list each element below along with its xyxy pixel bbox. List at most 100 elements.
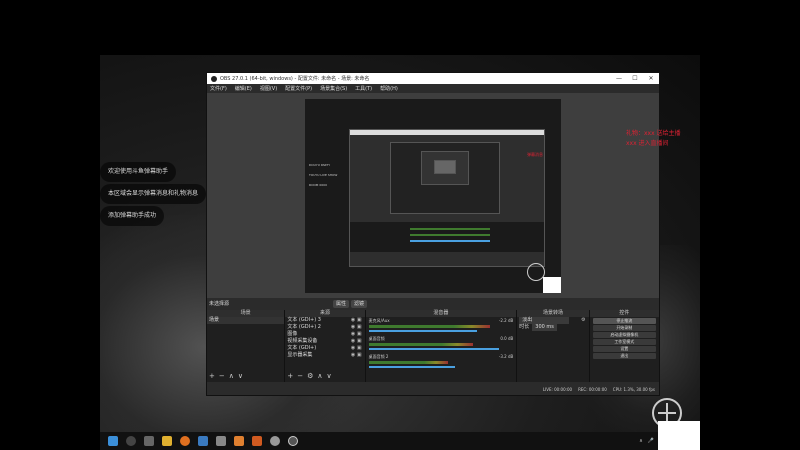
preview-text-3: ROOM 0000 (309, 183, 327, 187)
maximize-button[interactable]: ☐ (627, 75, 643, 82)
steam-icon[interactable] (198, 436, 208, 446)
cpu-status: CPU: 1.3%, 30.00 fps (612, 386, 655, 392)
close-button[interactable]: ✕ (643, 75, 659, 82)
overlay-gift-text: 礼物：xxx 送给主播 (626, 130, 681, 137)
up-icon[interactable]: ∧ (229, 372, 234, 380)
up-icon[interactable]: ∧ (317, 372, 322, 380)
preview-danmu-text: 弹幕消息 (527, 152, 543, 157)
duration-input[interactable]: 300 ms (532, 324, 557, 331)
sources-controls: + − ⚙ ∧ ∨ (287, 372, 331, 380)
virtual-camera-button[interactable]: 启动虚拟摄像机 (592, 332, 656, 338)
status-bar: LIVE: 00:00:00 REC: 00:00:00 CPU: 1.3%, … (207, 383, 659, 395)
exit-button[interactable]: 退出 (592, 353, 656, 359)
filters-button[interactable]: 滤镜 (351, 299, 368, 308)
source-label: 文本 (GDI+) 2 (287, 324, 321, 330)
source-label: 文本 (GDI+) 3 (287, 317, 321, 323)
menu-bar: 文件(F) 编辑(E) 视图(V) 配置文件(P) 场景集合(S) 工具(T) … (207, 84, 659, 93)
mixer-channel-desktop: 桌面音频 0.0 dB (366, 335, 517, 353)
menu-view[interactable]: 视图(V) (260, 85, 277, 92)
menu-file[interactable]: 文件(F) (210, 85, 227, 92)
obs-taskbar-icon[interactable] (288, 436, 298, 446)
eye-icon[interactable]: ◉ ▣ (351, 352, 362, 359)
notification-welcome: 欢迎使用斗鱼弹幕助手 (100, 162, 177, 182)
eye-icon[interactable]: ◉ ▣ (351, 331, 362, 338)
notification-added: 添加弹幕助手成功 (100, 206, 165, 226)
volume-slider[interactable] (368, 366, 456, 368)
eye-icon[interactable]: ◉ ▣ (351, 345, 362, 352)
volume-slider[interactable] (368, 348, 499, 350)
transition-type-select[interactable]: 淡出 ⚙ (517, 317, 588, 324)
microphone-app-icon[interactable] (216, 436, 226, 446)
menu-help[interactable]: 帮助(H) (380, 85, 398, 92)
source-item[interactable]: 文本 (GDI+) ◉ ▣ (285, 345, 364, 352)
browser-icon[interactable] (180, 436, 190, 446)
add-scene-icon[interactable]: + (209, 372, 215, 380)
preview-text-1: DOUYU PARTY (309, 163, 331, 167)
duration-label: 时长 (519, 324, 530, 330)
scenes-controls: + − ∧ ∨ (209, 372, 243, 380)
source-toolbar: 未选择源 属性 滤镜 (207, 298, 659, 309)
notification-area-info: 本区域会显示弹幕消息和礼物消息 (100, 184, 207, 204)
app-icon[interactable] (252, 436, 262, 446)
source-label: 视频采集设备 (287, 338, 318, 344)
menu-tools[interactable]: 工具(T) (355, 85, 372, 92)
mixer-channel-desktop2: 桌面音频 2 -3.2 dB (366, 353, 517, 371)
mixer-dock: 混音器 麦克风/Aux -2.2 dB 桌面音频 0.0 dB 桌面音频 2 -3.2… (365, 310, 518, 382)
nested-docks (350, 222, 544, 252)
start-recording-button[interactable]: 开始录制 (592, 325, 656, 331)
source-item[interactable]: 文本 (GDI+) 3 ◉ ▣ (285, 317, 364, 324)
add-source-icon[interactable]: + (287, 372, 293, 380)
scenes-header: 场景 (207, 310, 285, 317)
nested-preview-inner (421, 151, 469, 185)
chevron-up-icon[interactable]: ∧ (639, 438, 643, 444)
studio-mode-button[interactable]: 工作室模式 (592, 339, 656, 345)
eye-icon[interactable]: ◉ ▣ (351, 324, 362, 331)
gear-icon[interactable]: ⚙ (581, 317, 585, 324)
preview-white-block (543, 277, 561, 293)
source-item[interactable]: 视频采集设备 ◉ ▣ (285, 338, 364, 345)
minimize-button[interactable]: — (611, 75, 627, 82)
start-icon[interactable] (108, 436, 118, 446)
transition-duration: 时长 300 ms (517, 324, 588, 331)
sources-header: 来源 (285, 310, 365, 317)
gear-icon[interactable]: ⚙ (307, 372, 313, 380)
settings-button[interactable]: 设置 (592, 346, 656, 352)
mixer-header: 混音器 (365, 310, 517, 317)
live-status: LIVE: 00:00:00 (542, 386, 573, 392)
preview-area: DOUYU PARTY TOUYU LIVE SHOW ROOM 0000 弹幕… (207, 93, 659, 298)
properties-button[interactable]: 属性 (333, 299, 350, 308)
file-explorer-icon[interactable] (162, 436, 172, 446)
channel-meter (368, 361, 449, 364)
source-item[interactable]: 显示器采集 ◉ ▣ (285, 352, 364, 359)
search-icon[interactable] (126, 436, 136, 446)
source-item[interactable]: 文本 (GDI+) 2 ◉ ▣ (285, 324, 364, 331)
channel-db: -3.2 dB (498, 354, 514, 359)
preview-canvas[interactable]: DOUYU PARTY TOUYU LIVE SHOW ROOM 0000 弹幕… (305, 99, 561, 293)
menu-profile[interactable]: 配置文件(P) (285, 85, 312, 92)
sources-dock: 来源 文本 (GDI+) 3 ◉ ▣ 文本 (GDI+) 2 ◉ ▣ 图像 ◉ ▣ 视… (285, 310, 366, 382)
eye-icon[interactable]: ◉ ▣ (351, 317, 362, 324)
remove-scene-icon[interactable]: − (219, 372, 225, 380)
source-item[interactable]: 图像 ◉ ▣ (285, 331, 364, 338)
mic-icon[interactable]: 🎤 (648, 438, 654, 444)
volume-slider[interactable] (368, 330, 478, 332)
channel-name: 桌面音频 2 (368, 354, 389, 359)
task-view-icon[interactable] (144, 436, 154, 446)
channel-db: -2.2 dB (498, 318, 514, 323)
eye-icon[interactable]: ◉ ▣ (351, 338, 362, 345)
douyu-icon[interactable] (234, 436, 244, 446)
scene-item[interactable]: 场景 (207, 317, 285, 324)
nested-preview-deep (434, 160, 456, 174)
remove-source-icon[interactable]: − (297, 372, 303, 380)
source-label: 显示器采集 (287, 352, 313, 358)
down-icon[interactable]: ∨ (326, 372, 331, 380)
menu-edit[interactable]: 编辑(E) (235, 85, 252, 92)
rec-status: REC: 00:00:00 (578, 386, 607, 392)
gpu-app-icon[interactable] (270, 436, 280, 446)
controls-dock: 控件 停止推流 开始录制 启动虚拟摄像机 工作室模式 设置 退出 (589, 310, 659, 382)
menu-scene-collection[interactable]: 场景集合(S) (320, 85, 347, 92)
down-icon[interactable]: ∨ (238, 372, 243, 380)
source-label: 图像 (287, 331, 298, 337)
stop-stream-button[interactable]: 停止推流 (592, 318, 656, 324)
channel-name: 麦克风/Aux (368, 318, 390, 323)
